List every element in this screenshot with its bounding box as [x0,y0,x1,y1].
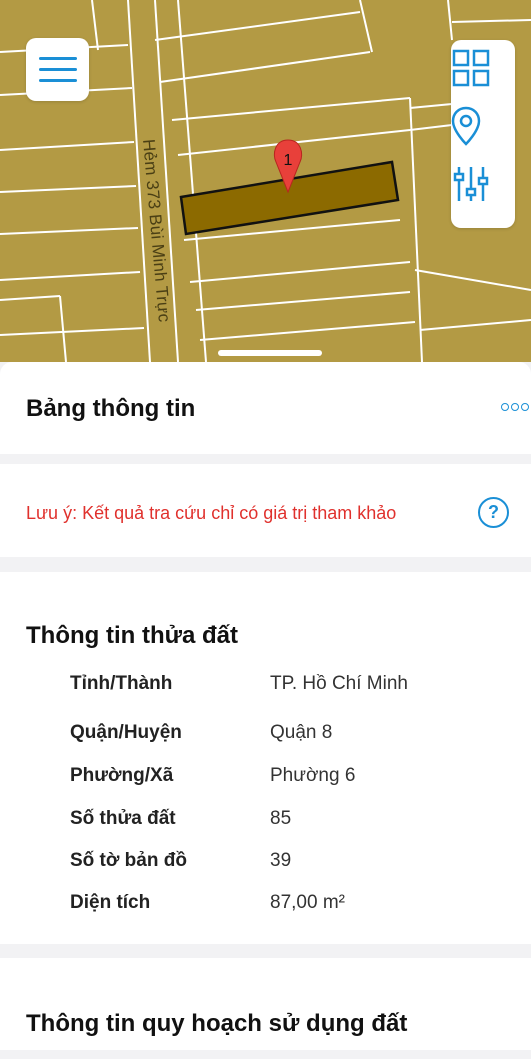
locate-button[interactable] [451,106,515,166]
location-pin-icon [451,106,481,146]
info-value: Phường 6 [270,765,356,786]
app-screen: 1 Hẻm 373 Bùi Minh Trực Bảng thông tin L… [0,0,531,1059]
info-label: Số tờ bản đồ [70,850,187,871]
marker-label: 1 [284,152,293,169]
info-row-map-sheet: Số tờ bản đồ 39 [70,850,510,878]
info-row-area: Diện tích 87,00 m² [70,892,510,920]
info-label: Phường/Xã [70,765,174,786]
info-value: 85 [270,808,292,829]
more-dots-icon[interactable] [501,403,529,411]
info-value: TP. Hồ Chí Minh [270,673,408,694]
disclaimer-text: Lưu ý: Kết quả tra cứu chỉ có giá trị th… [26,503,397,523]
sheet-drag-handle[interactable] [218,350,322,356]
map-tools [451,40,515,228]
info-value: 87,00 m² [270,892,345,913]
menu-button[interactable] [26,38,89,101]
parcel-info-title: Thông tin thửa đất [26,622,239,649]
layers-button[interactable] [451,48,515,108]
land-use-title: Thông tin quy hoạch sử dụng đất [26,1010,408,1037]
info-label: Diện tích [70,892,151,913]
info-label: Quận/Huyện [70,722,182,743]
info-row-parcel-number: Số thửa đất 85 [70,808,510,836]
filter-button[interactable] [451,164,515,224]
map-view[interactable]: 1 Hẻm 373 Bùi Minh Trực [0,0,531,362]
info-label: Tỉnh/Thành [70,673,173,694]
help-icon[interactable]: ? [478,497,509,528]
hamburger-icon [38,57,77,60]
grid-icon [452,49,490,87]
info-row-district: Quận/Huyện Quận 8 [70,722,510,750]
sliders-icon [453,167,489,201]
info-value: 39 [270,850,292,871]
panel-title: Bảng thông tin [26,395,196,422]
info-row-ward: Phường/Xã Phường 6 [70,765,510,793]
info-label: Số thửa đất [70,808,176,829]
info-row-province: Tỉnh/Thành TP. Hồ Chí Minh [70,673,510,701]
info-value: Quận 8 [270,722,333,743]
